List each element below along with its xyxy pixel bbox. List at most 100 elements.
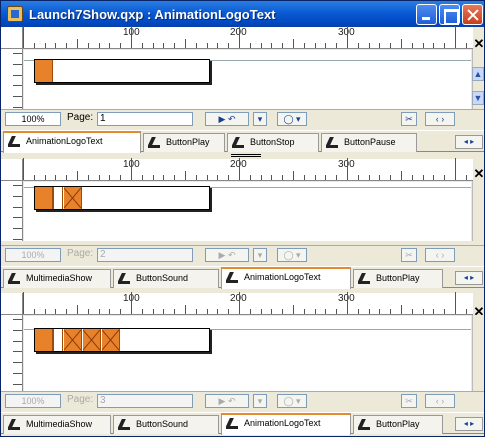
ruler-tick bbox=[217, 175, 218, 180]
page-nav-button[interactable]: ▶ ↶ bbox=[205, 394, 249, 408]
layout-canvas[interactable] bbox=[24, 50, 471, 109]
tab-buttonplay[interactable]: ButtonPlay bbox=[143, 133, 225, 152]
ruler-tick bbox=[55, 43, 56, 48]
layout-icon bbox=[118, 273, 130, 285]
prev-next-icons[interactable]: ‹ › bbox=[425, 248, 455, 262]
zoom-field[interactable]: 100% bbox=[5, 112, 61, 126]
animation-box[interactable] bbox=[34, 59, 210, 83]
tab-multimediashow[interactable]: MultimediaShow bbox=[3, 269, 111, 288]
tab-buttonpause[interactable]: ButtonPause bbox=[321, 133, 417, 152]
view-toggle-button[interactable]: ◯ ▾ bbox=[277, 112, 307, 126]
tab-buttonsound[interactable]: ButtonSound bbox=[113, 269, 219, 288]
ruler-tick bbox=[45, 175, 46, 180]
ruler-tick bbox=[250, 175, 251, 180]
ruler-tick bbox=[369, 43, 370, 48]
tab-buttonplay[interactable]: ButtonPlay bbox=[353, 415, 443, 434]
layout-icon bbox=[148, 137, 160, 149]
vertical-ruler[interactable] bbox=[1, 49, 23, 109]
horizontal-ruler[interactable]: 100 200 300 bbox=[23, 26, 473, 49]
page-field[interactable]: 2 bbox=[97, 248, 193, 262]
page-field[interactable]: 3 bbox=[97, 394, 193, 408]
tab-animationlogotext[interactable]: AnimationLogoText bbox=[3, 131, 141, 153]
animation-frame bbox=[64, 187, 82, 209]
tab-multimediashow[interactable]: MultimediaShow bbox=[3, 415, 111, 434]
layout-icon bbox=[358, 273, 370, 285]
animation-frame bbox=[53, 329, 63, 351]
layout-canvas[interactable] bbox=[24, 316, 471, 391]
ruler-tick bbox=[66, 309, 67, 314]
window-title: Launch7Show.qxp : AnimationLogoText bbox=[29, 7, 276, 22]
ruler-tick bbox=[163, 175, 164, 180]
animation-frame bbox=[64, 329, 82, 351]
page-label: Page: bbox=[67, 112, 94, 123]
vertical-scrollbar[interactable] bbox=[472, 315, 484, 391]
tab-scroll-buttons[interactable]: ◂ ▸ bbox=[455, 271, 483, 285]
zoom-field[interactable]: 100% bbox=[5, 394, 61, 408]
page-menu-button[interactable]: ▾ bbox=[253, 248, 267, 262]
view-toggle-button[interactable]: ◯ ▾ bbox=[277, 394, 307, 408]
ruler-tick bbox=[109, 43, 110, 48]
tab-buttonplay[interactable]: ButtonPlay bbox=[353, 269, 443, 288]
ruler-tick bbox=[153, 43, 154, 48]
ruler-tick bbox=[13, 217, 22, 218]
tab-buttonstop[interactable]: ButtonStop bbox=[227, 133, 319, 152]
horizontal-ruler[interactable]: 100 200 300 bbox=[23, 292, 473, 315]
ruler-origin[interactable] bbox=[1, 27, 23, 49]
page-nav-button[interactable]: ▶ ↶ bbox=[205, 112, 249, 126]
tab-scroll-buttons[interactable]: ◂ ▸ bbox=[455, 135, 483, 149]
ruler-tick bbox=[174, 43, 175, 48]
horizontal-ruler[interactable]: 100 200 300 bbox=[23, 158, 473, 181]
minimize-button[interactable] bbox=[416, 4, 437, 25]
tools-icon[interactable]: ✂ bbox=[401, 394, 417, 408]
tab-animationlogotext[interactable]: AnimationLogoText bbox=[221, 267, 351, 289]
tab-label: AnimationLogoText bbox=[26, 136, 103, 146]
tools-icon[interactable]: ✂ bbox=[401, 112, 417, 126]
ruler-tick bbox=[185, 39, 186, 48]
ruler-tick bbox=[109, 175, 110, 180]
layout-canvas[interactable] bbox=[24, 182, 471, 241]
page-menu-button[interactable]: ▾ bbox=[253, 112, 267, 126]
page-label: Page: bbox=[67, 394, 94, 405]
ruler-tick bbox=[34, 175, 35, 180]
app-icon[interactable] bbox=[7, 6, 23, 22]
layout-icon bbox=[232, 137, 244, 149]
animation-box[interactable] bbox=[34, 328, 210, 352]
tab-animationlogotext[interactable]: AnimationLogoText bbox=[221, 413, 351, 435]
ruler-tick bbox=[23, 292, 24, 314]
chevron-down-icon[interactable]: ▼ bbox=[472, 91, 484, 105]
ruler-tick bbox=[336, 43, 337, 48]
view-toggle-button[interactable]: ◯ ▾ bbox=[277, 248, 307, 262]
prev-next-icons[interactable]: ‹ › bbox=[425, 112, 455, 126]
zoom-field[interactable]: 100% bbox=[5, 248, 61, 262]
ruler-tick bbox=[433, 175, 434, 180]
ruler-tick bbox=[99, 309, 100, 314]
close-icon[interactable]: ✕ bbox=[472, 167, 485, 181]
title-bar[interactable]: Launch7Show.qxp : AnimationLogoText bbox=[1, 1, 484, 27]
ruler-tick bbox=[66, 175, 67, 180]
page-nav-button[interactable]: ▶ ↶ bbox=[205, 248, 249, 262]
ruler-origin[interactable] bbox=[1, 293, 23, 315]
ruler-origin[interactable] bbox=[1, 159, 23, 181]
ruler-tick bbox=[347, 292, 348, 314]
close-button[interactable] bbox=[462, 4, 483, 25]
chevron-up-icon[interactable]: ▲ bbox=[472, 67, 484, 81]
page-menu-button[interactable]: ▾ bbox=[253, 394, 267, 408]
layout-icon bbox=[8, 136, 20, 148]
page-field[interactable]: 1 bbox=[97, 112, 193, 126]
vertical-scrollbar[interactable] bbox=[472, 181, 484, 241]
tab-scroll-buttons[interactable]: ◂ ▸ bbox=[455, 417, 483, 431]
maximize-button[interactable] bbox=[439, 4, 460, 25]
ruler-tick bbox=[163, 43, 164, 48]
vertical-ruler[interactable] bbox=[1, 181, 23, 241]
vertical-ruler[interactable] bbox=[1, 315, 23, 391]
ruler-tick bbox=[250, 43, 251, 48]
ruler-tick bbox=[13, 75, 22, 76]
ruler-tick bbox=[304, 309, 305, 314]
ruler-tick bbox=[196, 43, 197, 48]
prev-next-icons[interactable]: ‹ › bbox=[425, 394, 455, 408]
tools-icon[interactable]: ✂ bbox=[401, 248, 417, 262]
ruler-tick bbox=[228, 175, 229, 180]
tab-buttonsound[interactable]: ButtonSound bbox=[113, 415, 219, 434]
pane-splitter[interactable] bbox=[231, 154, 261, 157]
animation-box[interactable] bbox=[34, 186, 210, 210]
